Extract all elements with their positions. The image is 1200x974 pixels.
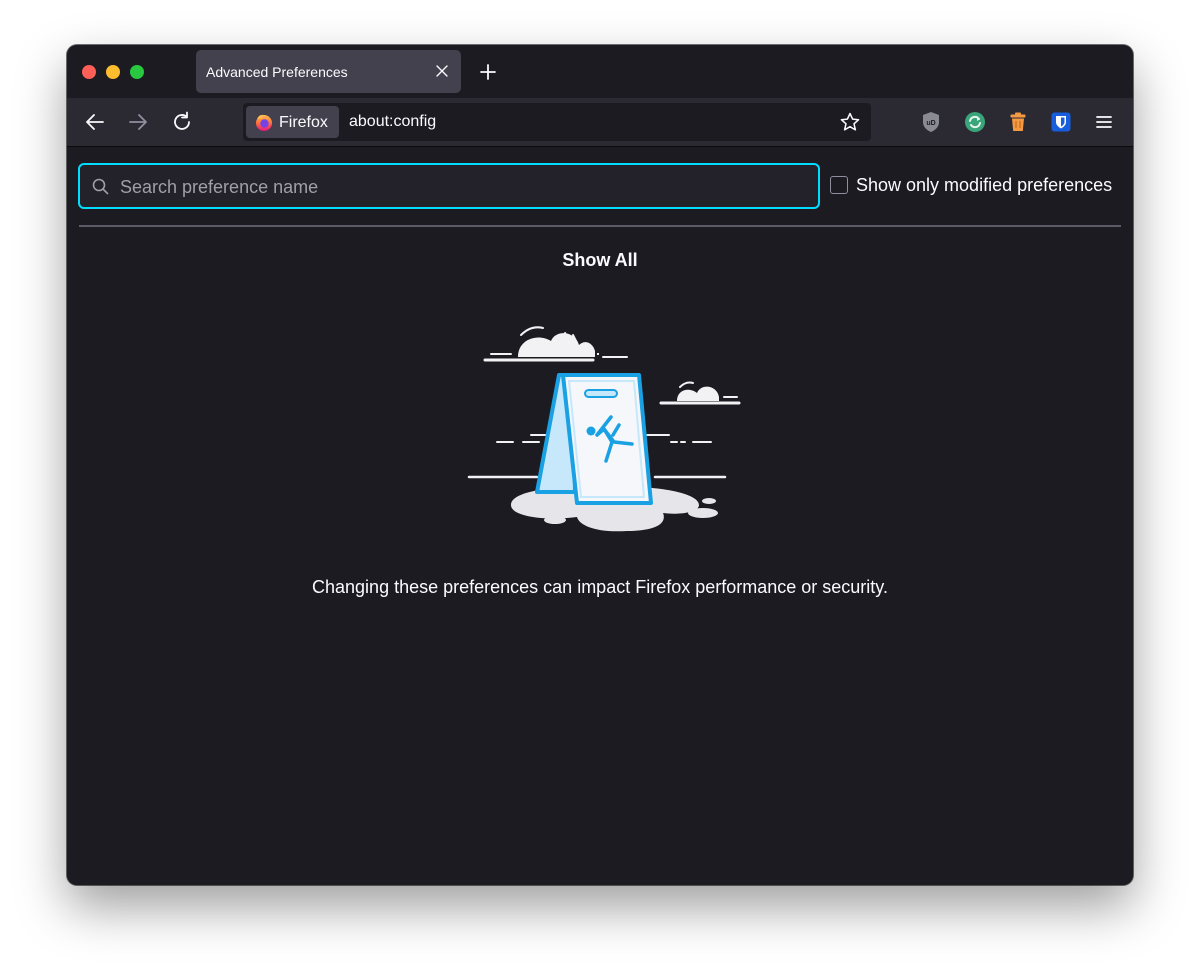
tab-title: Advanced Preferences	[206, 64, 348, 80]
warning-text: Changing these preferences can impact Fi…	[312, 577, 888, 597]
close-icon[interactable]	[435, 64, 449, 78]
about-config-page: Show only modified preferences Show All	[67, 147, 1133, 885]
hamburger-menu-icon[interactable]	[1092, 110, 1116, 134]
search-input[interactable]	[118, 174, 802, 200]
star-icon[interactable]	[839, 111, 861, 133]
show-modified-checkbox[interactable]	[830, 176, 848, 194]
url-bar[interactable]: Firefox about:config	[243, 103, 871, 141]
bitwarden-icon[interactable]	[1049, 110, 1073, 134]
show-modified-label[interactable]: Show only modified preferences	[856, 175, 1112, 196]
plus-icon[interactable]	[477, 61, 499, 83]
window-minimize-button[interactable]	[106, 65, 120, 79]
svg-text:uD: uD	[926, 120, 935, 127]
back-arrow-icon[interactable]	[83, 110, 107, 134]
url-text[interactable]: about:config	[349, 113, 436, 131]
tab-strip: Advanced Preferences	[67, 45, 1133, 98]
navigation-toolbar: Firefox about:config uD	[67, 98, 1133, 147]
window-close-button[interactable]	[82, 65, 96, 79]
firefox-logo-icon	[256, 114, 272, 131]
search-icon	[92, 178, 109, 195]
window-zoom-button[interactable]	[130, 65, 144, 79]
browser-window: Advanced Preferences Firefox about:confi…	[67, 45, 1133, 885]
trash-icon[interactable]	[1006, 110, 1030, 134]
identity-label: Firefox	[279, 114, 328, 131]
reload-icon[interactable]	[170, 110, 194, 134]
shield-icon[interactable]: uD	[919, 110, 943, 134]
divider	[79, 225, 1121, 227]
sync-icon[interactable]	[963, 110, 987, 134]
tab-advanced-preferences[interactable]: Advanced Preferences	[196, 50, 461, 93]
show-all-button[interactable]: Show All	[67, 250, 1133, 271]
search-box[interactable]	[78, 163, 820, 209]
identity-box[interactable]: Firefox	[246, 106, 339, 138]
forward-arrow-icon[interactable]	[126, 110, 150, 134]
warning-illustration	[467, 326, 741, 532]
